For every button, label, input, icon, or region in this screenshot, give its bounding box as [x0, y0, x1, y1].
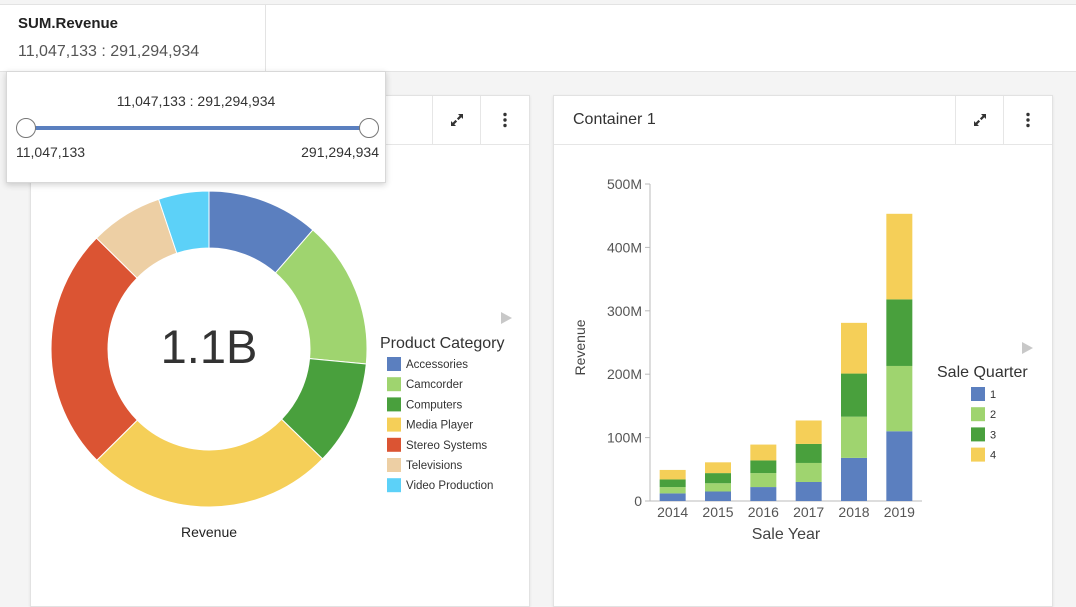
- bar-segment-2017-q2[interactable]: [795, 462, 822, 482]
- legend-arrow-icon[interactable]: [501, 312, 512, 324]
- x-tick-label: 2019: [884, 504, 915, 520]
- panel-header: Container 1: [554, 96, 1052, 145]
- bar-segment-2016-q2[interactable]: [750, 473, 777, 488]
- bar-segment-2018-q3[interactable]: [841, 373, 867, 417]
- bar-segment-2017-q1[interactable]: [795, 481, 822, 501]
- legend-label[interactable]: 3: [990, 429, 996, 441]
- filter-title: SUM.Revenue: [18, 15, 119, 32]
- legend-swatch[interactable]: [971, 387, 985, 401]
- legend-label[interactable]: Computers: [406, 399, 462, 411]
- range-current-label: 11,047,133 : 291,294,934: [116, 93, 276, 109]
- legend-swatch[interactable]: [387, 377, 401, 392]
- range-min-handle[interactable]: [16, 118, 36, 138]
- bar-segment-2019-q2[interactable]: [886, 365, 913, 432]
- range-track[interactable]: [25, 126, 368, 130]
- legend-arrow-icon[interactable]: [1022, 342, 1033, 354]
- y-tick-label: 400M: [607, 239, 642, 255]
- panel-menu-button[interactable]: [480, 96, 529, 144]
- legend-swatch[interactable]: [387, 397, 401, 412]
- panel-title: Container 1: [573, 111, 656, 128]
- bar-segment-2019-q3[interactable]: [886, 299, 913, 366]
- legend-swatch[interactable]: [971, 427, 985, 442]
- range-max-label: 291,294,934: [301, 144, 379, 160]
- x-axis-label: Sale Year: [752, 526, 821, 543]
- bar-segment-2014-q4[interactable]: [659, 469, 686, 480]
- legend-swatch[interactable]: [387, 437, 401, 452]
- bar-segment-2019-q4[interactable]: [886, 213, 913, 300]
- legend-swatch[interactable]: [387, 458, 401, 472]
- legend-swatch[interactable]: [971, 407, 985, 422]
- more-vertical-icon: [503, 112, 507, 128]
- y-tick-label: 0: [634, 493, 642, 509]
- bar-segment-2018-q4[interactable]: [841, 322, 867, 374]
- y-tick-label: 300M: [607, 303, 642, 319]
- bar-segment-2016-q4[interactable]: [750, 444, 777, 461]
- donut-chart: 1.1B Revenue Product Category Accessories…: [50, 190, 512, 540]
- bar-segment-2016-q3[interactable]: [750, 460, 777, 474]
- bar-legend: Sale Quarter 1 2 3 4: [937, 364, 1028, 462]
- legend-swatch[interactable]: [387, 478, 401, 493]
- donut-legend: Product Category Accessories Camcorder Comp…: [380, 335, 505, 493]
- x-tick-label: 2014: [657, 504, 688, 520]
- range-max-handle[interactable]: [359, 118, 379, 138]
- legend-label[interactable]: 1: [990, 389, 996, 401]
- filter-value[interactable]: 11,047,133 : 291,294,934: [18, 43, 199, 61]
- y-axis-label: Revenue: [572, 319, 588, 375]
- legend-label[interactable]: Televisions: [406, 460, 462, 472]
- bar-segment-2015-q4[interactable]: [705, 462, 731, 474]
- donut-center-value: 1.1B: [161, 320, 258, 373]
- donut-legend-title: Product Category: [380, 335, 505, 352]
- more-vertical-icon: [1026, 112, 1030, 128]
- revenue-filter-tile[interactable]: SUM.Revenue 11,047,133 : 291,294,934: [0, 5, 266, 71]
- x-tick-label: 2016: [748, 504, 779, 520]
- bar-segment-2014-q2[interactable]: [659, 487, 686, 494]
- container-1-panel: Container 1 0 100M 200M 300M 400M 500M Revenue…: [553, 95, 1053, 607]
- legend-label[interactable]: 2: [990, 409, 996, 421]
- y-tick-label: 100M: [607, 430, 642, 446]
- range-filter-popup: 11,047,133 : 291,294,934 11,047,133 291,…: [6, 71, 386, 183]
- bar-segment-2018-q2[interactable]: [841, 416, 867, 458]
- x-tick-label: 2015: [702, 504, 733, 520]
- legend-label[interactable]: Camcorder: [406, 379, 463, 391]
- bar-segment-2015-q2[interactable]: [705, 483, 731, 492]
- legend-label[interactable]: Video Production: [406, 480, 493, 492]
- maximize-button[interactable]: [432, 96, 481, 144]
- bar-segment-2015-q3[interactable]: [705, 473, 731, 484]
- bar-legend-title: Sale Quarter: [937, 364, 1028, 381]
- y-tick-label: 200M: [607, 366, 642, 382]
- bar-segment-2015-q1[interactable]: [705, 491, 731, 501]
- range-min-label: 11,047,133: [16, 144, 86, 160]
- legend-label[interactable]: 4: [990, 450, 996, 462]
- legend-swatch[interactable]: [971, 447, 985, 462]
- legend-swatch[interactable]: [387, 417, 401, 432]
- bar-segment-2019-q1[interactable]: [886, 431, 913, 501]
- donut-caption: Revenue: [181, 524, 237, 540]
- stacked-bar-chart: 0 100M 200M 300M 400M 500M Revenue Sale Year 201…: [572, 176, 1033, 543]
- y-tick-label: 500M: [607, 176, 642, 192]
- legend-label[interactable]: Stereo Systems: [406, 440, 487, 452]
- donut-slice-stereo-systems[interactable]: [50, 237, 139, 461]
- filter-bar: SUM.Revenue 11,047,133 : 291,294,934: [0, 4, 1076, 72]
- legend-swatch[interactable]: [387, 357, 401, 371]
- legend-label[interactable]: Media Player: [406, 420, 473, 432]
- donut-slice-media-player[interactable]: [96, 418, 324, 508]
- bar-segment-2017-q3[interactable]: [795, 443, 822, 463]
- maximize-button[interactable]: [955, 96, 1004, 144]
- panel-menu-button[interactable]: [1003, 96, 1052, 144]
- expand-icon: [974, 114, 986, 126]
- x-tick-label: 2017: [793, 504, 824, 520]
- bar-segment-2016-q1[interactable]: [750, 487, 777, 501]
- bar-segment-2017-q4[interactable]: [795, 420, 822, 444]
- x-tick-label: 2018: [838, 504, 869, 520]
- expand-icon: [451, 114, 463, 126]
- bar-segment-2014-q1[interactable]: [659, 493, 686, 501]
- legend-label[interactable]: Accessories: [406, 359, 468, 371]
- bar-segment-2014-q3[interactable]: [659, 479, 686, 488]
- bar-segment-2018-q1[interactable]: [841, 457, 867, 501]
